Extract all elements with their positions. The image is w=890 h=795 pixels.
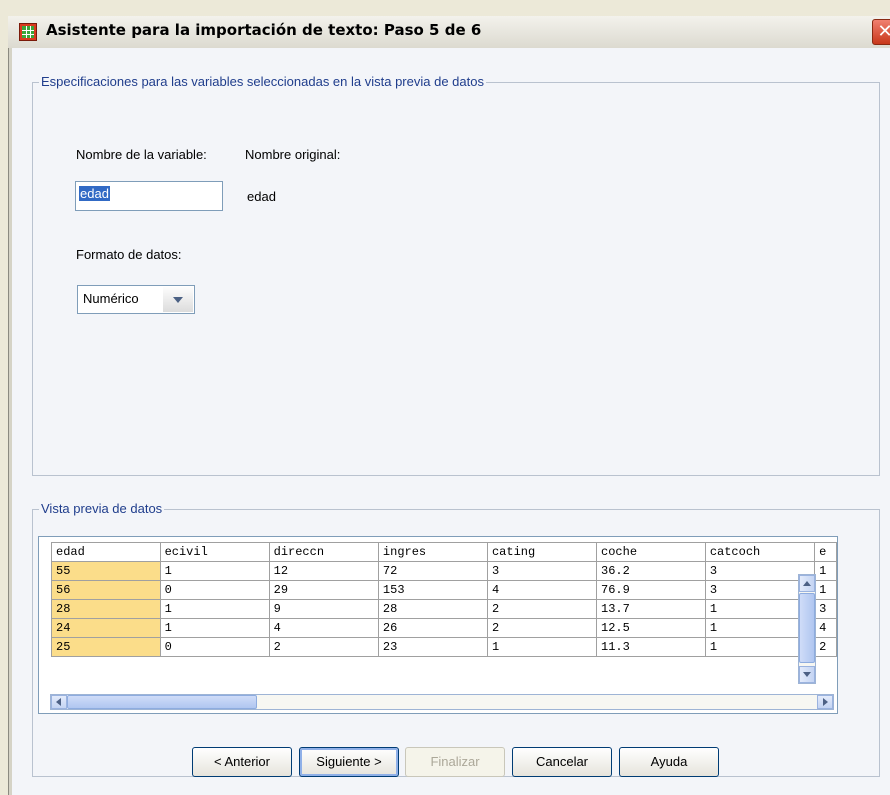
table-cell[interactable]: 2 bbox=[268, 637, 379, 657]
chevron-down-icon[interactable] bbox=[163, 287, 193, 312]
table-cell[interactable]: 24 bbox=[51, 618, 161, 638]
table-cell[interactable]: 4 bbox=[486, 580, 598, 600]
table-cell[interactable]: 2 bbox=[486, 599, 598, 619]
data-format-select[interactable]: Numérico bbox=[77, 285, 195, 314]
variable-name-value: edad bbox=[79, 186, 110, 201]
import-wizard-window: Asistente para la importación de texto: … bbox=[0, 0, 890, 795]
table-cell[interactable]: 26 bbox=[377, 618, 488, 638]
table-row: 55 1 12 72 3 36.2 3 1 bbox=[51, 561, 837, 581]
variable-specs-caption: Especificaciones para las variables sele… bbox=[39, 74, 486, 89]
column-header[interactable]: e bbox=[814, 542, 837, 562]
close-button[interactable]: ✕ bbox=[872, 19, 890, 45]
column-header[interactable]: ecivil bbox=[159, 542, 270, 562]
table-row: 28 1 9 28 2 13.7 1 3 bbox=[51, 599, 837, 619]
column-header[interactable]: cating bbox=[486, 542, 598, 562]
data-format-value: Numérico bbox=[83, 291, 139, 306]
table-cell[interactable]: 4 bbox=[814, 618, 837, 638]
column-header[interactable]: direccn bbox=[268, 542, 379, 562]
table-row: 24 1 4 26 2 12.5 1 4 bbox=[51, 618, 837, 638]
spreadsheet-icon bbox=[19, 23, 37, 41]
table-cell[interactable]: 1 bbox=[486, 637, 598, 657]
table-cell[interactable]: 28 bbox=[51, 599, 161, 619]
help-button[interactable]: Ayuda bbox=[619, 747, 719, 777]
table-cell[interactable]: 4 bbox=[268, 618, 379, 638]
column-header[interactable]: coche bbox=[596, 542, 706, 562]
table-cell[interactable]: 0 bbox=[159, 637, 270, 657]
scroll-left-button[interactable] bbox=[51, 695, 67, 709]
scroll-down-button[interactable] bbox=[799, 666, 815, 683]
original-name-label: Nombre original: bbox=[245, 147, 341, 162]
scroll-up-button[interactable] bbox=[799, 575, 815, 592]
variable-name-input[interactable]: edad bbox=[75, 181, 223, 211]
cancel-button[interactable]: Cancelar bbox=[512, 747, 612, 777]
title-bar[interactable]: Asistente para la importación de texto: … bbox=[8, 16, 890, 49]
column-header[interactable]: edad bbox=[51, 542, 161, 562]
table-cell[interactable]: 72 bbox=[377, 561, 488, 581]
table-cell[interactable]: 1 bbox=[814, 580, 837, 600]
table-cell[interactable]: 153 bbox=[377, 580, 488, 600]
horizontal-scrollbar[interactable] bbox=[50, 694, 834, 710]
table-cell[interactable]: 2 bbox=[486, 618, 598, 638]
table-cell[interactable]: 36.2 bbox=[596, 561, 706, 581]
vertical-scroll-thumb[interactable] bbox=[799, 593, 815, 663]
table-cell[interactable]: 0 bbox=[159, 580, 270, 600]
finish-button[interactable]: Finalizar bbox=[405, 747, 505, 777]
table-cell[interactable]: 76.9 bbox=[596, 580, 706, 600]
table-cell[interactable]: 3 bbox=[814, 599, 837, 619]
table-cell[interactable]: 2 bbox=[814, 637, 837, 657]
table-cell[interactable]: 28 bbox=[377, 599, 488, 619]
table-cell[interactable]: 13.7 bbox=[596, 599, 706, 619]
table-header-row: edad ecivil direccn ingres cating coche … bbox=[51, 542, 837, 562]
data-format-label: Formato de datos: bbox=[76, 247, 182, 262]
window-title: Asistente para la importación de texto: … bbox=[46, 21, 482, 39]
table-cell[interactable]: 1 bbox=[814, 561, 837, 581]
table-cell[interactable]: 56 bbox=[51, 580, 161, 600]
variable-name-label: Nombre de la variable: bbox=[76, 147, 207, 162]
horizontal-scroll-thumb[interactable] bbox=[67, 695, 257, 709]
table-cell[interactable]: 9 bbox=[268, 599, 379, 619]
table-cell[interactable]: 23 bbox=[377, 637, 488, 657]
table-cell[interactable]: 1 bbox=[159, 618, 270, 638]
data-preview-caption: Vista previa de datos bbox=[39, 501, 165, 516]
vertical-scrollbar[interactable] bbox=[798, 574, 816, 684]
next-button[interactable]: Siguiente > bbox=[299, 747, 399, 777]
variable-specs-group: Especificaciones para las variables sele… bbox=[32, 74, 880, 476]
table-cell[interactable]: 1 bbox=[159, 561, 270, 581]
column-header[interactable]: catcoch bbox=[704, 542, 816, 562]
back-button[interactable]: < Anterior bbox=[192, 747, 292, 777]
column-header[interactable]: ingres bbox=[377, 542, 488, 562]
data-preview-grid[interactable]: edad ecivil direccn ingres cating coche … bbox=[38, 536, 838, 714]
table-cell[interactable]: 12 bbox=[268, 561, 379, 581]
table-cell[interactable]: 11.3 bbox=[596, 637, 706, 657]
table-cell[interactable]: 55 bbox=[51, 561, 161, 581]
scroll-right-button[interactable] bbox=[817, 695, 833, 709]
table-cell[interactable]: 1 bbox=[159, 599, 270, 619]
table-cell[interactable]: 29 bbox=[268, 580, 379, 600]
original-name-value: edad bbox=[247, 189, 276, 204]
table-row: 25 0 2 23 1 11.3 1 2 bbox=[51, 637, 837, 657]
table-cell[interactable]: 3 bbox=[486, 561, 598, 581]
table-cell[interactable]: 12.5 bbox=[596, 618, 706, 638]
preview-table: edad ecivil direccn ingres cating coche … bbox=[51, 542, 837, 657]
table-cell[interactable]: 25 bbox=[51, 637, 161, 657]
table-row: 56 0 29 153 4 76.9 3 1 bbox=[51, 580, 837, 600]
